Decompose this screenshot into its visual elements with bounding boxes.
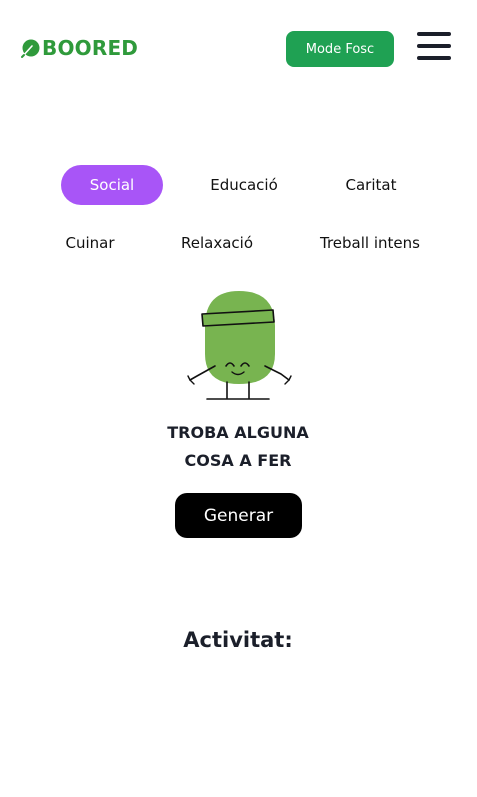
menu-bar-middle	[417, 44, 451, 48]
logo-text: BOORED	[42, 36, 139, 60]
category-social[interactable]: Social	[61, 165, 163, 205]
headline-line-1: TROBA ALGUNA	[167, 423, 309, 442]
hamburger-menu-icon[interactable]	[417, 30, 453, 62]
dark-mode-button[interactable]: Mode Fosc	[286, 31, 394, 67]
category-cuinar[interactable]: Cuinar	[52, 225, 128, 261]
menu-bar-top	[417, 32, 451, 36]
activity-title: Activitat:	[183, 628, 293, 652]
category-relaxacio[interactable]: Relaxació	[168, 225, 266, 261]
menu-bar-bottom	[417, 56, 451, 60]
headline-line-2: COSA A FER	[184, 451, 292, 470]
brand-logo[interactable]: BOORED	[20, 36, 138, 60]
page: BOORED Mode Fosc Social Educació Caritat…	[0, 0, 477, 797]
hero-headline: TROBA ALGUNA COSA A FER	[138, 419, 338, 475]
category-treball-intens[interactable]: Treball intens	[308, 225, 432, 261]
category-educacio[interactable]: Educació	[196, 165, 292, 205]
green-mascot-illustration	[187, 291, 292, 400]
leaf-icon	[21, 39, 40, 58]
generate-button[interactable]: Generar	[175, 493, 302, 538]
category-caritat[interactable]: Caritat	[330, 165, 412, 205]
